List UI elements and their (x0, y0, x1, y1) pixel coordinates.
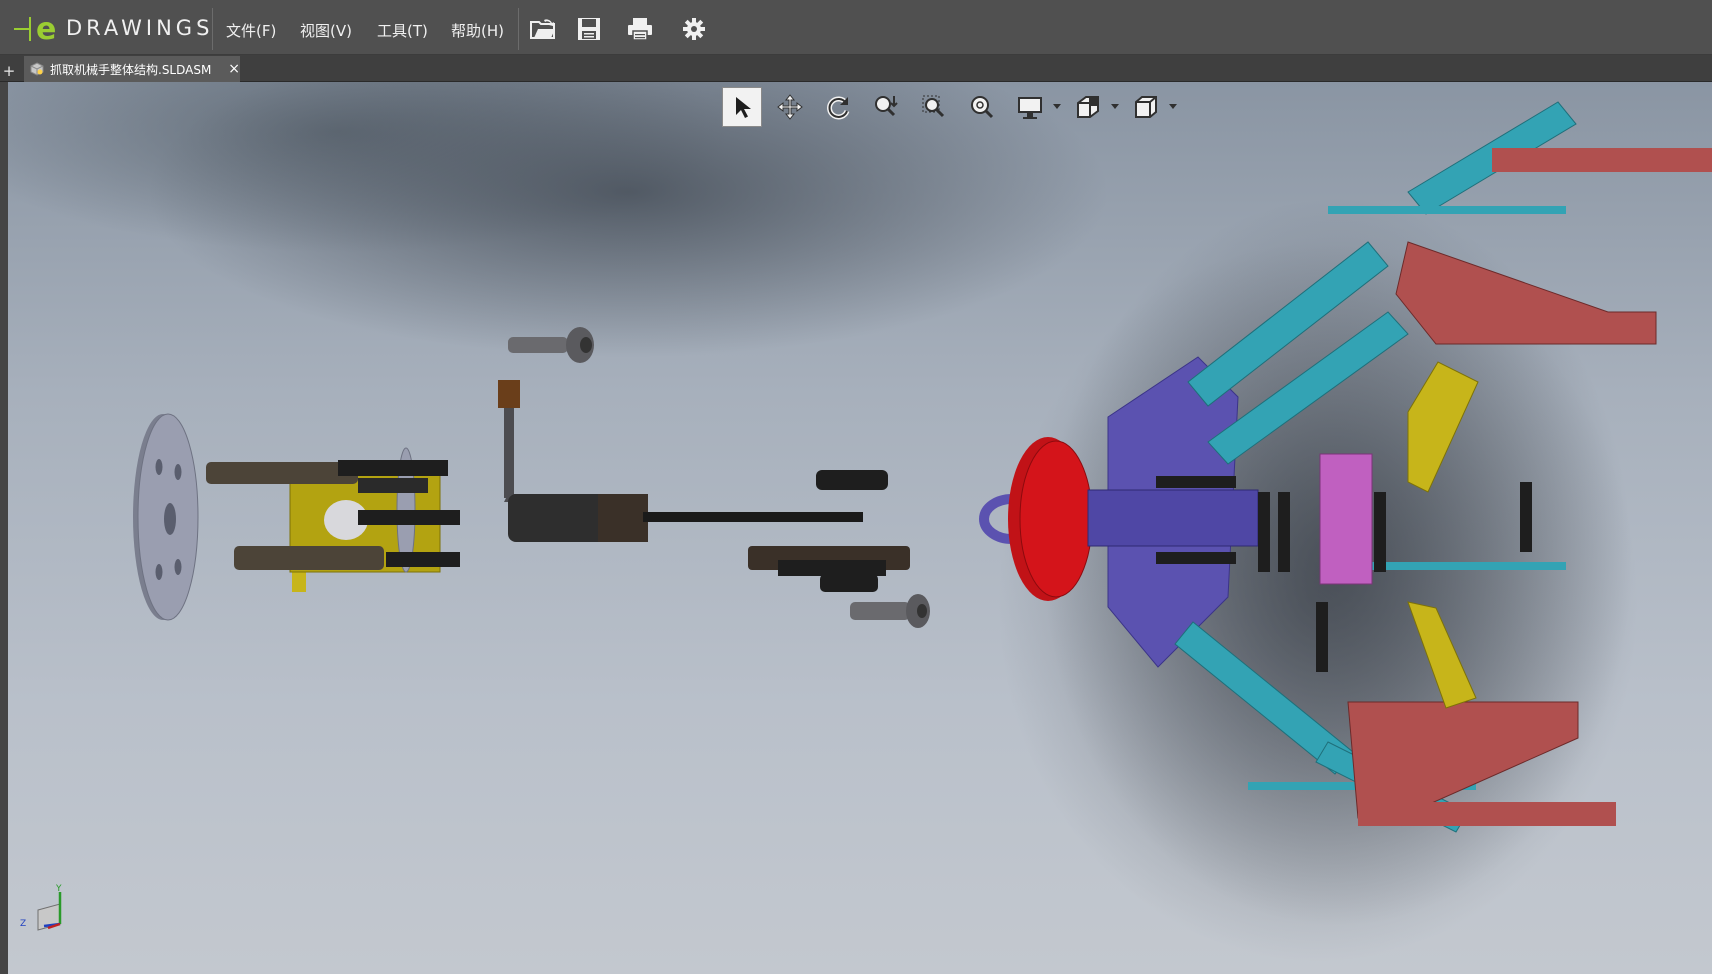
bolt-top[interactable] (508, 327, 594, 363)
document-tab-title: 抓取机械手整体结构.SLDASM (50, 62, 212, 77)
logo-letter: e (36, 12, 56, 45)
select-arrow-icon (732, 95, 752, 119)
menu-separator (212, 8, 213, 50)
display-style-dropdown[interactable] (1052, 87, 1062, 127)
select-tool-button[interactable] (722, 87, 762, 127)
view-toolbar-hud (722, 86, 1184, 128)
crank-shaft[interactable] (498, 380, 863, 542)
dropdown-arrow-icon (1169, 104, 1177, 110)
zoom-to-fit-button[interactable] (866, 87, 906, 127)
print-icon[interactable] (625, 14, 655, 44)
motor-mount-assembly[interactable] (206, 447, 460, 592)
assembly-file-icon (30, 62, 44, 76)
exploded-assembly-model[interactable] (8, 82, 1712, 974)
display-style-button[interactable] (1010, 87, 1050, 127)
menu-tools[interactable]: 工具(T) (377, 20, 428, 41)
settings-gear-icon[interactable] (679, 14, 709, 44)
standoffs-lower[interactable] (748, 546, 910, 592)
logo-wordmark: DRAWINGS (66, 16, 214, 40)
menu-view[interactable]: 视图(V) (300, 20, 352, 41)
document-tab[interactable]: 抓取机械手整体结构.SLDASM × (24, 56, 240, 82)
left-disk[interactable] (133, 413, 199, 621)
bolt-middle[interactable] (816, 470, 888, 490)
axis-triad: Y Z (20, 884, 62, 931)
save-icon[interactable] (574, 14, 604, 44)
zoom-in-out-icon (969, 94, 995, 120)
bolt-bottom[interactable] (850, 594, 930, 628)
menu-help[interactable]: 帮助(H) (451, 20, 504, 41)
view-orientation-dropdown[interactable] (1168, 87, 1178, 127)
section-view-icon (1075, 94, 1101, 120)
section-view-button[interactable] (1068, 87, 1108, 127)
zoom-in-out-button[interactable] (962, 87, 1002, 127)
document-tab-bar (0, 55, 1712, 81)
pan-icon (777, 94, 803, 120)
rotate-icon (825, 94, 851, 120)
close-tab-button[interactable]: × (228, 61, 240, 77)
open-folder-icon[interactable] (528, 14, 558, 44)
zoom-to-fit-icon (873, 94, 899, 120)
view-orientation-button[interactable] (1126, 87, 1166, 127)
zoom-to-area-icon (921, 94, 947, 120)
rotate-button[interactable] (818, 87, 858, 127)
section-view-dropdown[interactable] (1110, 87, 1120, 127)
menu-file[interactable]: 文件(F) (226, 20, 276, 41)
new-tab-button[interactable]: + (2, 62, 16, 80)
triad-z-label: Z (20, 919, 26, 929)
view-orientation-icon (1133, 94, 1159, 120)
zoom-to-area-button[interactable] (914, 87, 954, 127)
pan-button[interactable] (770, 87, 810, 127)
pink-block[interactable] (1319, 453, 1373, 585)
menu-toolbar-bar: e DRAWINGS 文件(F) 视图(V) 工具(T) 帮助(H) (0, 0, 1712, 55)
triad-y-label: Y (55, 884, 62, 894)
display-style-icon (1016, 94, 1044, 120)
left-edge-strip (0, 82, 8, 974)
dropdown-arrow-icon (1053, 104, 1061, 110)
toolbar-separator (518, 8, 519, 50)
edrawings-logo: e DRAWINGS (14, 8, 213, 48)
dropdown-arrow-icon (1111, 104, 1119, 110)
